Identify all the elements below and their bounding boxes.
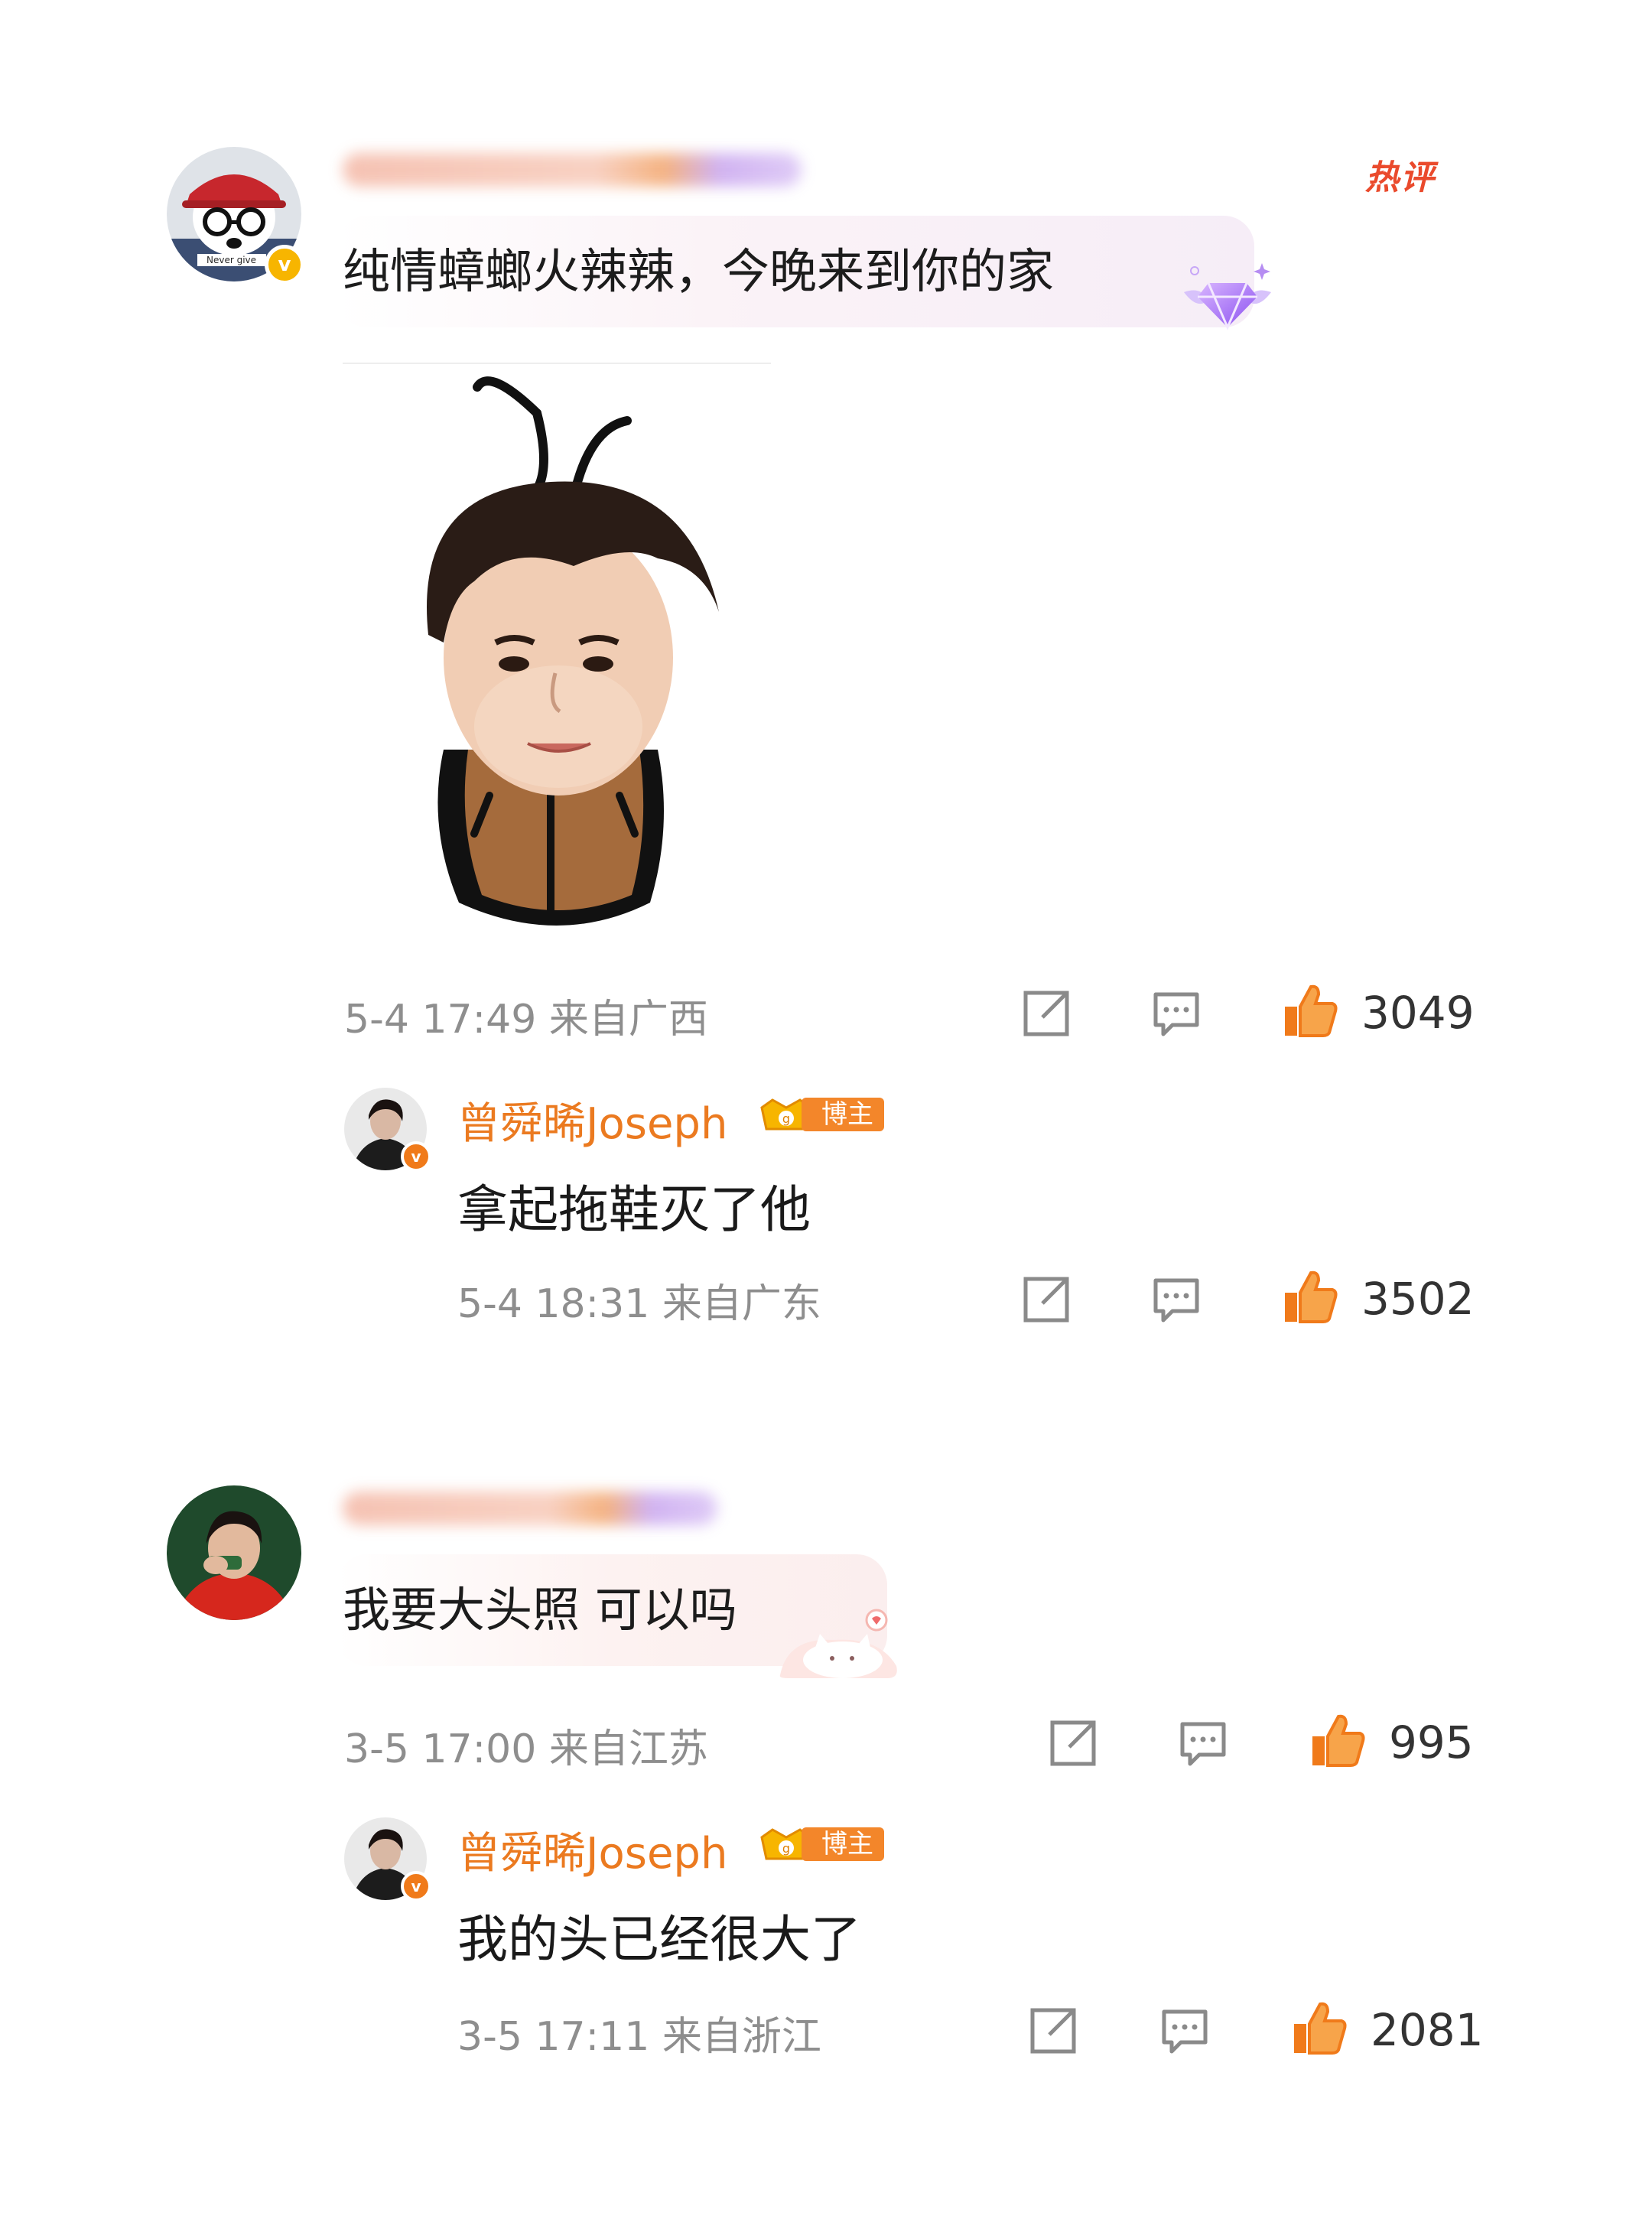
- comment-text-bubble: 纯情蟑螂火辣辣，今晚来到你的家: [337, 216, 1254, 327]
- reply-meta: 3-5 17:11 来自浙江: [457, 2014, 821, 2060]
- comment-text: 纯情蟑螂火辣辣，今晚来到你的家: [343, 243, 1055, 299]
- svg-text:Never give: Never give: [206, 255, 256, 265]
- blogger-badge: g 博主: [757, 1095, 884, 1134]
- svg-text:g: g: [782, 1841, 790, 1856]
- verified-v-icon: v: [265, 245, 304, 285]
- reply-text: 我的头已经很大了: [457, 1910, 861, 1969]
- thumbs-up-icon[interactable]: [1282, 982, 1338, 1037]
- cat-sticker-icon: [779, 1609, 897, 1678]
- comment-text: 我要大头照 可以吗: [343, 1582, 737, 1638]
- blogger-avatar[interactable]: v: [344, 1088, 431, 1172]
- share-icon[interactable]: [1021, 1274, 1072, 1325]
- cockroach-face-sticker: [427, 376, 719, 926]
- comment-feed: v Never give 热评 纯情蟑螂火辣辣，今晚来到你的家 5-4 17:4…: [0, 0, 1652, 2232]
- verified-v-icon: v: [401, 1871, 431, 1902]
- blogger-badge-label: 博主: [802, 1827, 884, 1861]
- share-icon[interactable]: [1048, 1718, 1098, 1768]
- commenter-avatar[interactable]: [167, 1485, 301, 1620]
- reply-meta: 5-4 18:31 来自广东: [457, 1281, 821, 1327]
- comment-meta: 5-4 17:49 来自广西: [344, 997, 708, 1043]
- commenter-avatar-image: [167, 1485, 301, 1620]
- blogger-badge: g 博主: [757, 1825, 884, 1863]
- diamond-gem-icon: [1184, 263, 1271, 330]
- thumbs-up-icon[interactable]: [1309, 1712, 1366, 1767]
- reply-text: 拿起拖鞋灭了他: [457, 1180, 811, 1239]
- verified-v-icon: v: [401, 1141, 431, 1172]
- share-icon[interactable]: [1021, 988, 1072, 1039]
- like-count: 3502: [1361, 1273, 1475, 1325]
- svg-text:g: g: [782, 1111, 790, 1126]
- like-count: 3049: [1361, 987, 1475, 1039]
- hot-comment-tag: 热评: [1365, 158, 1436, 197]
- comment-icon[interactable]: [1159, 2006, 1210, 2056]
- like-count: 2081: [1371, 2004, 1484, 2056]
- blogger-badge-label: 博主: [802, 1098, 884, 1131]
- share-icon[interactable]: [1028, 2006, 1078, 2056]
- comment-icon[interactable]: [1151, 1274, 1202, 1325]
- comment-icon[interactable]: [1178, 1718, 1228, 1768]
- sticker-top-divider: [343, 363, 771, 364]
- reply-username[interactable]: 曾舜晞Joseph: [457, 1819, 727, 1881]
- thumbs-up-icon[interactable]: [1282, 1268, 1338, 1323]
- blogger-avatar[interactable]: v: [344, 1817, 431, 1902]
- commenter-name-blurred[interactable]: [343, 1492, 717, 1525]
- comment-icon[interactable]: [1151, 988, 1202, 1039]
- avatar-caption-text: Never give: [206, 255, 256, 265]
- thumbs-up-icon[interactable]: [1291, 1999, 1348, 2055]
- like-count: 995: [1389, 1716, 1474, 1768]
- commenter-name-blurred[interactable]: [343, 153, 802, 187]
- comment-meta: 3-5 17:00 来自江苏: [344, 1726, 708, 1772]
- reply-username[interactable]: 曾舜晞Joseph: [457, 1089, 727, 1151]
